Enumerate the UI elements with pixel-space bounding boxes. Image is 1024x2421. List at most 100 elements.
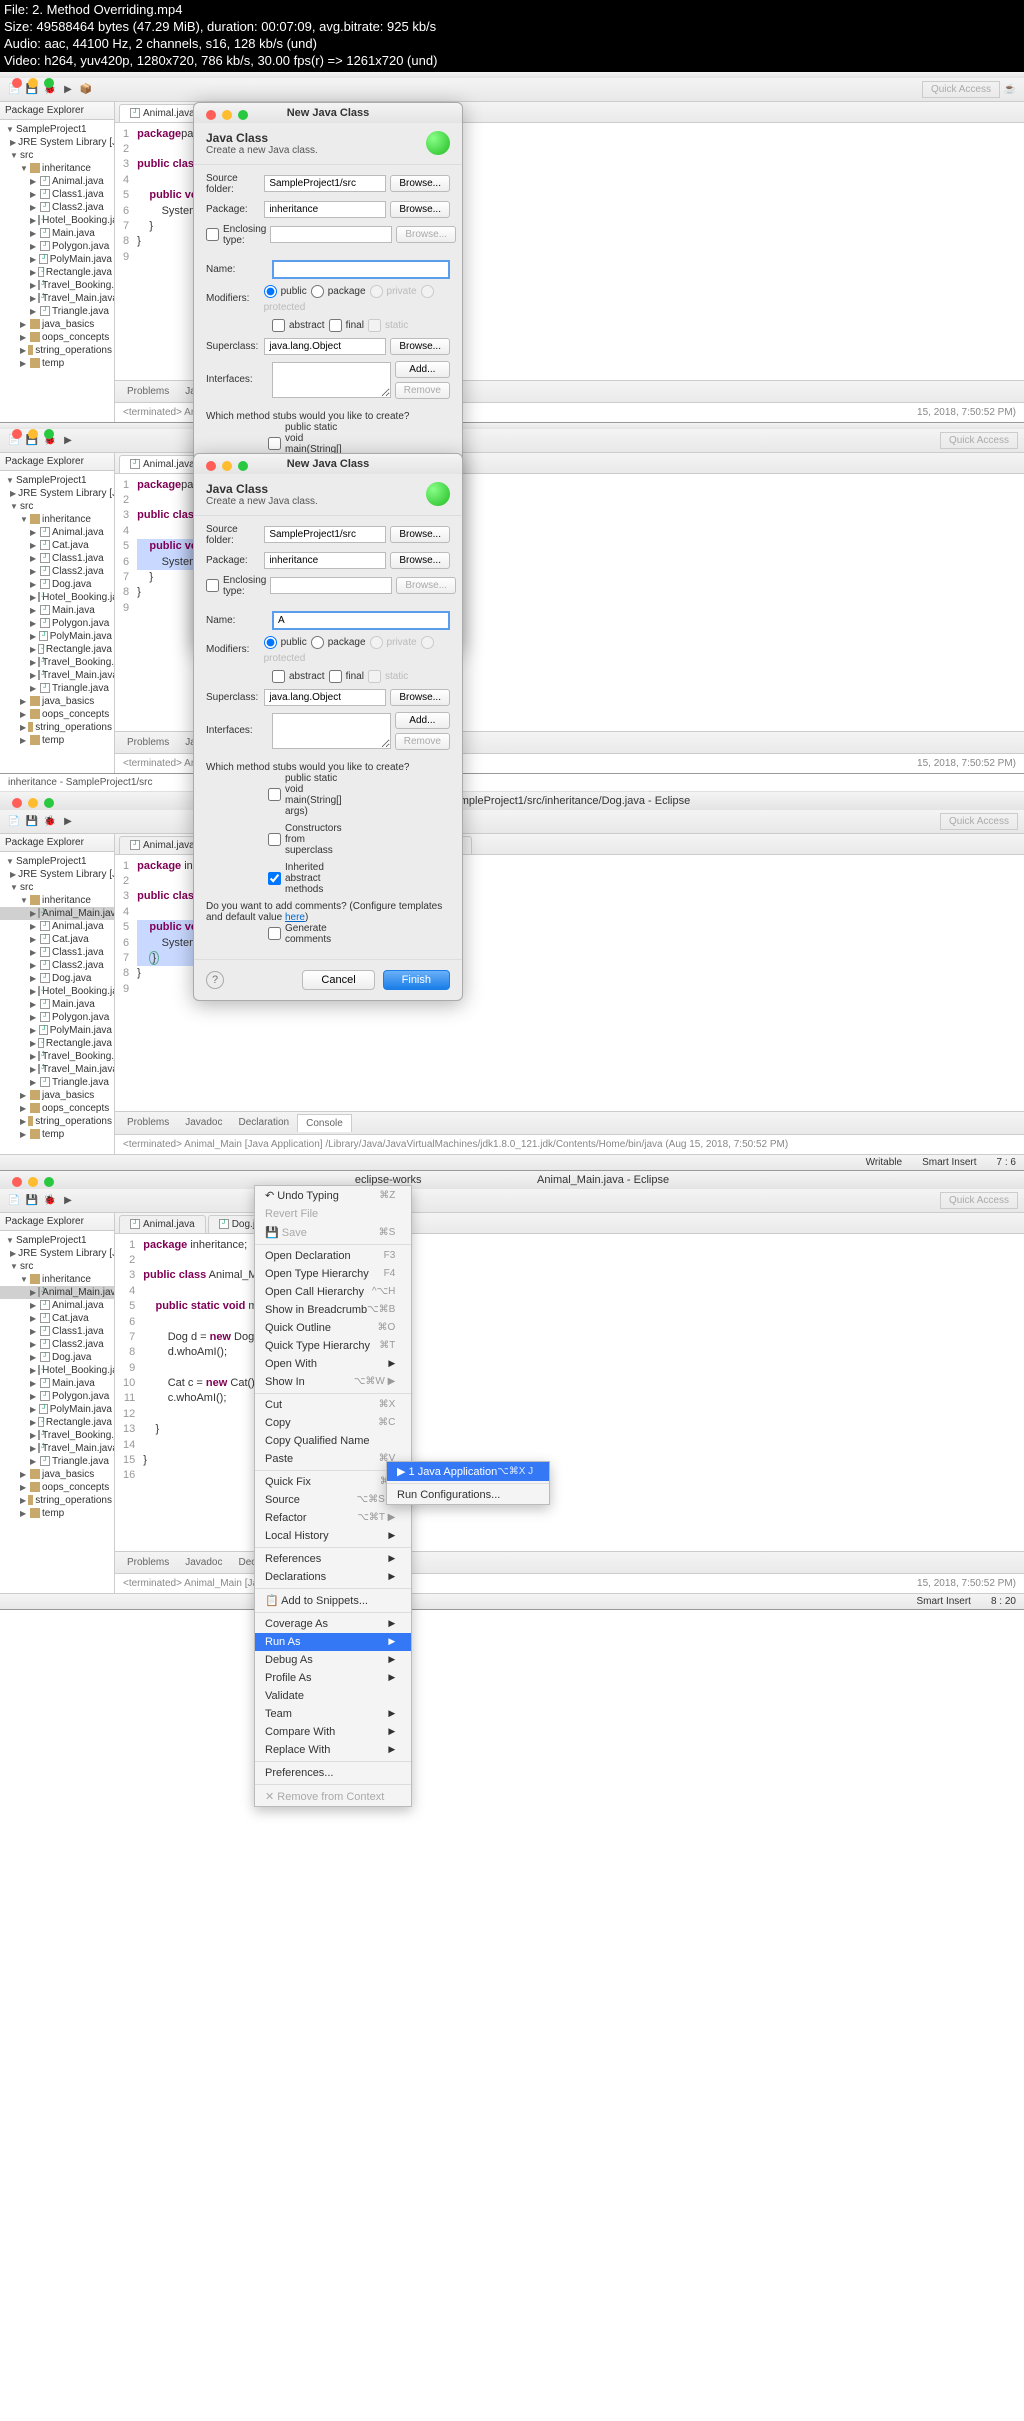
browse-button[interactable]: Browse... [390, 201, 450, 218]
file-node[interactable]: ▶Animal_Main.java [0, 1286, 114, 1299]
file-node[interactable]: ▶Travel_Booking.java [0, 1429, 114, 1442]
file-node[interactable]: ▶Main.java [0, 998, 114, 1011]
file-node[interactable]: ▶PolyMain.java [0, 1403, 114, 1416]
menu-debug-as[interactable]: Debug As▶ [255, 1651, 411, 1669]
menu-show-in[interactable]: Show In⌥⌘W ▶ [255, 1373, 411, 1391]
save-icon[interactable]: 💾 [24, 1192, 40, 1208]
file-node[interactable]: ▶Dog.java [0, 1351, 114, 1364]
menu-coverage-as[interactable]: Coverage As▶ [255, 1615, 411, 1633]
package-radio[interactable] [311, 285, 324, 298]
file-node[interactable]: ▶Hotel_Booking.java [0, 1364, 114, 1377]
editor-tab[interactable]: Animal.java [119, 1215, 206, 1233]
run-icon[interactable]: ▶ [60, 432, 76, 448]
maximize-icon[interactable] [44, 429, 54, 439]
gen-comments-checkbox[interactable] [268, 927, 281, 940]
src-node[interactable]: ▼src [0, 881, 114, 894]
browse-button[interactable]: Browse... [390, 526, 450, 543]
submenu-java-application[interactable]: ▶ 1 Java Application⌥⌘X J [387, 1462, 549, 1481]
menu-preferences[interactable]: Preferences... [255, 1764, 411, 1782]
final-checkbox[interactable] [329, 670, 342, 683]
perspective-java-icon[interactable]: ☕ [1002, 81, 1018, 97]
file-node[interactable]: ▶PolyMain.java [0, 1024, 114, 1037]
new-icon[interactable]: 📄 [6, 813, 22, 829]
maximize-icon[interactable] [238, 110, 248, 120]
file-node[interactable]: ▶Hotel_Booking.java [0, 214, 114, 227]
problems-tab[interactable]: Problems [119, 383, 177, 400]
quick-access-input[interactable]: Quick Access [940, 813, 1018, 830]
file-node[interactable]: ▶Triangle.java [0, 1455, 114, 1468]
save-icon[interactable]: 💾 [24, 813, 40, 829]
file-node[interactable]: ▶Class1.java [0, 946, 114, 959]
file-node[interactable]: ▶Hotel_Booking.java [0, 591, 114, 604]
menu-run-as[interactable]: Run As▶ [255, 1633, 411, 1651]
project-node[interactable]: ▼SampleProject1 [0, 474, 114, 487]
package-node[interactable]: ▶oops_concepts [0, 1481, 114, 1494]
file-node[interactable]: ▶Rectangle.java [0, 266, 114, 279]
maximize-icon[interactable] [44, 1177, 54, 1187]
file-node[interactable]: ▶Main.java [0, 1377, 114, 1390]
jre-node[interactable]: ▶JRE System Library [JavaSE-1.8 [0, 868, 114, 881]
package-node[interactable]: ▶java_basics [0, 1089, 114, 1102]
file-node[interactable]: ▶Animal.java [0, 526, 114, 539]
interfaces-input[interactable] [272, 362, 391, 398]
add-button[interactable]: Add... [395, 712, 450, 729]
file-node[interactable]: ▶Polygon.java [0, 1390, 114, 1403]
project-node[interactable]: ▼SampleProject1 [0, 855, 114, 868]
minimize-icon[interactable] [28, 798, 38, 808]
menu-open-declaration[interactable]: Open DeclarationF3 [255, 1247, 411, 1265]
file-node[interactable]: ▶Dog.java [0, 972, 114, 985]
name-input[interactable] [272, 260, 450, 279]
menu-undo[interactable]: ↶ Undo Typing⌘Z [255, 1186, 411, 1205]
src-node[interactable]: ▼src [0, 500, 114, 513]
file-node[interactable]: ▶Cat.java [0, 933, 114, 946]
file-node[interactable]: ▶Class1.java [0, 188, 114, 201]
quick-access-input[interactable]: Quick Access [940, 432, 1018, 449]
file-node[interactable]: ▶Class2.java [0, 959, 114, 972]
package-input[interactable] [264, 201, 386, 218]
name-input[interactable] [272, 611, 450, 630]
file-node[interactable]: ▶Rectangle.java [0, 643, 114, 656]
public-radio[interactable] [264, 285, 277, 298]
cancel-button[interactable]: Cancel [302, 970, 374, 990]
package-node[interactable]: ▶string_operations [0, 721, 114, 734]
minimize-icon[interactable] [222, 110, 232, 120]
superclass-input[interactable] [264, 338, 386, 355]
menu-references[interactable]: References▶ [255, 1550, 411, 1568]
problems-tab[interactable]: Problems [119, 1554, 177, 1571]
file-node[interactable]: ▶Travel_Main.java [0, 292, 114, 305]
package-radio[interactable] [311, 636, 324, 649]
menu-open-with[interactable]: Open With▶ [255, 1355, 411, 1373]
close-icon[interactable] [206, 110, 216, 120]
project-node[interactable]: ▼SampleProject1 [0, 1234, 114, 1247]
minimize-icon[interactable] [28, 1177, 38, 1187]
quick-access-input[interactable]: Quick Access [922, 81, 1000, 98]
package-node[interactable]: ▼inheritance [0, 513, 114, 526]
help-icon[interactable]: ? [206, 971, 224, 989]
file-node[interactable]: ▶Main.java [0, 227, 114, 240]
submenu-run-configurations[interactable]: Run Configurations... [387, 1486, 549, 1504]
package-node[interactable]: ▶temp [0, 1128, 114, 1141]
maximize-icon[interactable] [238, 461, 248, 471]
package-node[interactable]: ▶temp [0, 734, 114, 747]
file-node[interactable]: ▶Class1.java [0, 552, 114, 565]
main-stub-checkbox[interactable] [268, 788, 281, 801]
package-node[interactable]: ▼inheritance [0, 894, 114, 907]
jre-node[interactable]: ▶JRE System Library [JavaSE-1.8 [0, 487, 114, 500]
debug-icon[interactable]: 🐞 [42, 813, 58, 829]
browse-button[interactable]: Browse... [390, 338, 450, 355]
file-node[interactable]: ▶Travel_Main.java [0, 669, 114, 682]
package-icon[interactable]: 📦 [78, 81, 94, 97]
jre-node[interactable]: ▶JRE System Library [JavaSE-1.8 [0, 1247, 114, 1260]
interfaces-input[interactable] [272, 713, 391, 749]
file-node[interactable]: ▶Hotel_Booking.java [0, 985, 114, 998]
file-node[interactable]: ▶Animal.java [0, 1299, 114, 1312]
here-link[interactable]: here [285, 912, 305, 923]
run-icon[interactable]: ▶ [60, 813, 76, 829]
problems-tab[interactable]: Problems [119, 1114, 177, 1132]
console-tab[interactable]: Console [297, 1114, 352, 1132]
menu-local-history[interactable]: Local History▶ [255, 1527, 411, 1545]
inherited-stub-checkbox[interactable] [268, 872, 281, 885]
file-node[interactable]: ▶Main.java [0, 604, 114, 617]
close-icon[interactable] [12, 429, 22, 439]
maximize-icon[interactable] [44, 78, 54, 88]
